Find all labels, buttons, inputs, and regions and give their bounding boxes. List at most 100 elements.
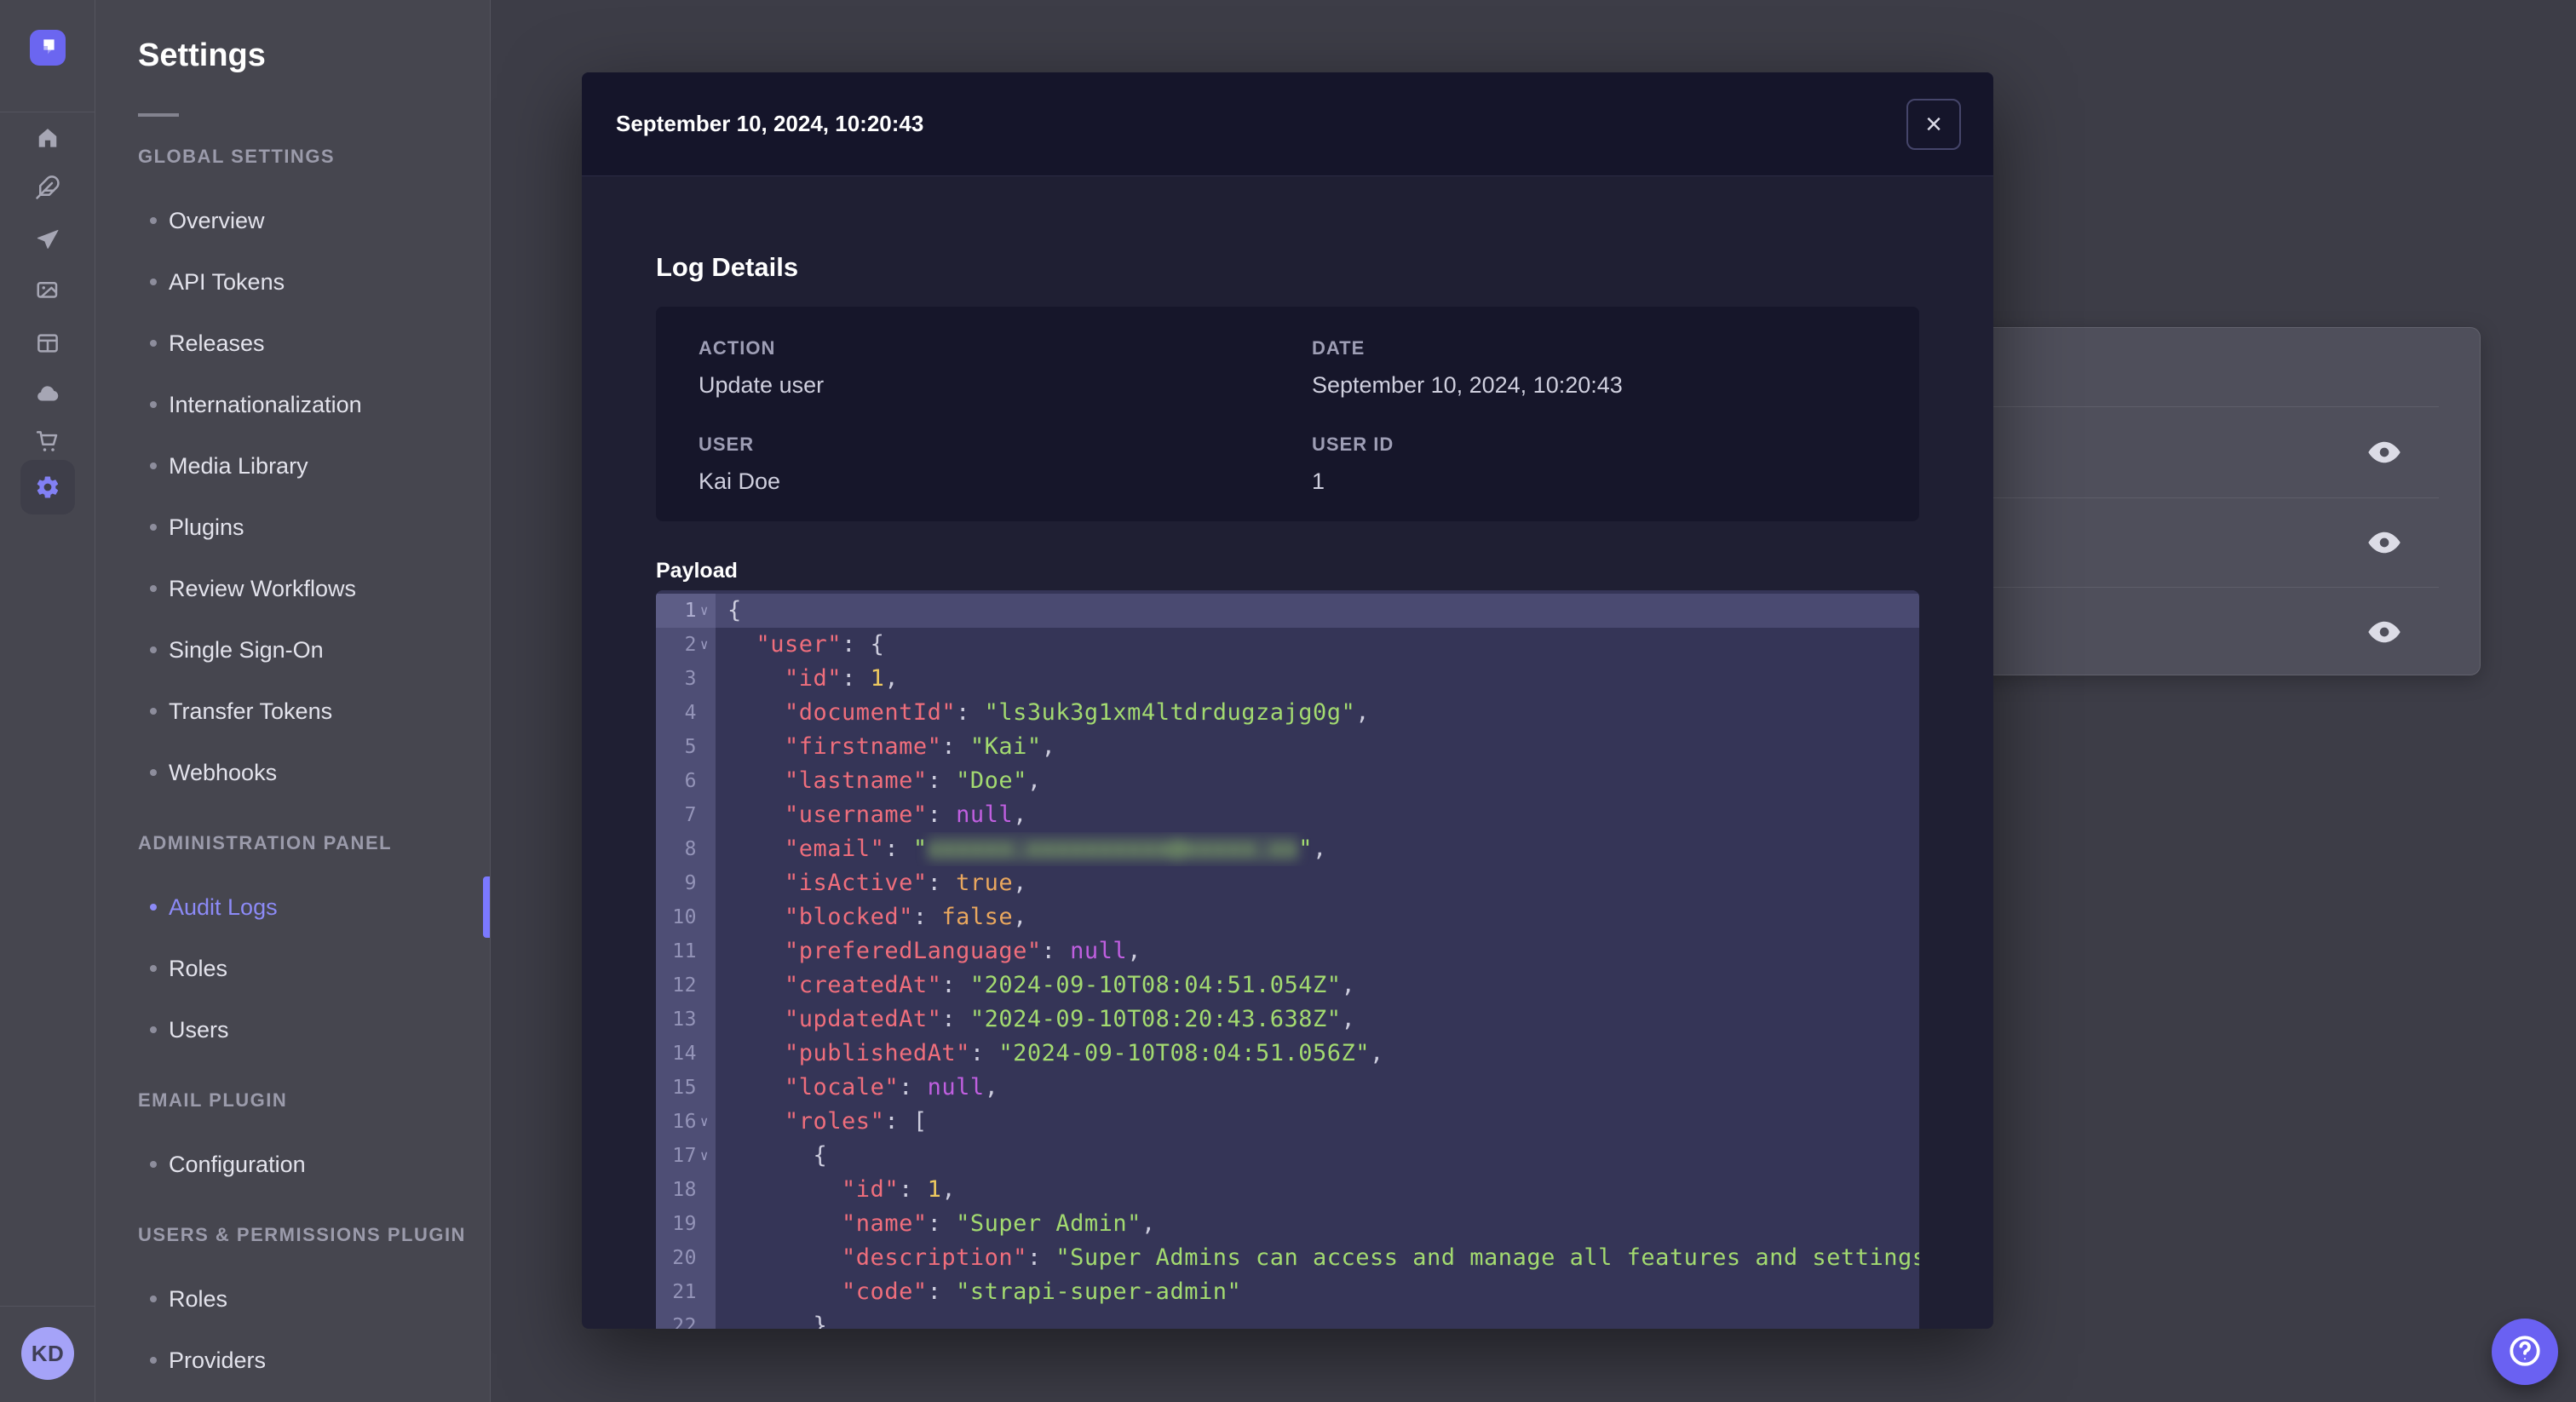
nav-item-list: Roles Providers [95, 1268, 490, 1391]
nav-section-label: GLOBAL SETTINGS [138, 146, 336, 167]
sidebar-item-audit-logs[interactable]: Audit Logs [95, 876, 490, 938]
code-token: , [941, 1176, 957, 1203]
line-number: 13 [672, 1008, 697, 1031]
code-line: 14 "publishedAt": "2024-09-10T08:04:51.0… [656, 1037, 1919, 1071]
code-line-content: "documentId": "ls3uk3g1xm4ltdrdugzajg0g"… [716, 696, 1919, 730]
view-log-button[interactable] [2365, 433, 2404, 472]
code-line: 9 "isActive": true, [656, 866, 1919, 900]
code-line-content: "description": "Super Admins can access … [716, 1241, 1919, 1275]
line-number: 3 [684, 668, 697, 690]
fold-chevron-icon[interactable]: ∨ [697, 1139, 712, 1173]
payload-code-block[interactable]: 1 ∨{2 ∨ "user": {3 "id": 1, 4 "documentId":… [656, 590, 1919, 1329]
code-line-content: "roles": [ [716, 1105, 1919, 1139]
code-token: , [1355, 699, 1371, 726]
field-value: Update user [699, 372, 825, 398]
line-number-gutter: 8 [656, 832, 716, 866]
help-button[interactable] [2492, 1319, 2558, 1385]
code-line: 18 "id": 1, [656, 1173, 1919, 1207]
code-line: 13 "updatedAt": "2024-09-10T08:20:43.638… [656, 1003, 1919, 1037]
code-line: 8 "email": "xxxxxx.xxxxxxxxxx@xxxxx.xx", [656, 832, 1919, 866]
sidebar-item-label: Webhooks [169, 759, 278, 785]
bullet-dot [150, 769, 157, 776]
code-token: : [842, 665, 871, 692]
fold-chevron-icon[interactable]: ∨ [697, 628, 712, 662]
rail-item-paper-plane[interactable] [20, 213, 75, 267]
code-token: } [727, 1313, 828, 1329]
view-log-button[interactable] [2365, 523, 2404, 562]
line-number: 9 [684, 872, 697, 894]
code-line-content: "code": "strapi-super-admin" [716, 1275, 1919, 1309]
code-token: : [941, 972, 970, 998]
code-token: : [912, 904, 942, 930]
line-number: 17 [672, 1145, 697, 1167]
line-number-gutter: 16 ∨ [656, 1105, 716, 1139]
sidebar-item-label: Overview [169, 207, 265, 233]
field-label: ACTION [699, 337, 776, 359]
sidebar-item-api-tokens[interactable]: API Tokens [95, 251, 490, 313]
line-number-gutter: 21 [656, 1275, 716, 1309]
eye-icon [2366, 434, 2403, 471]
close-button[interactable]: × [1906, 98, 1961, 150]
sidebar-item-releases[interactable]: Releases [95, 313, 490, 374]
fold-chevron-icon[interactable]: ∨ [697, 594, 712, 628]
code-line: 17 ∨ { [656, 1139, 1919, 1173]
line-number: 6 [684, 770, 697, 792]
rail-item-images[interactable] [20, 263, 75, 318]
logo-slot [0, 0, 95, 112]
log-details-title: Log Details [656, 252, 799, 282]
sidebar-item-internationalization[interactable]: Internationalization [95, 374, 490, 435]
code-token: { [727, 1142, 828, 1169]
code-token: : [ [884, 1108, 928, 1135]
sidebar-item-configuration[interactable]: Configuration [95, 1134, 490, 1195]
sidebar-item-webhooks[interactable]: Webhooks [95, 742, 490, 803]
code-token: , [1013, 802, 1027, 828]
rail-item-gear[interactable] [20, 460, 75, 514]
images-icon [35, 278, 60, 303]
rail-item-cloud[interactable] [20, 366, 75, 421]
sidebar-item-single-sign-on[interactable]: Single Sign-On [95, 619, 490, 681]
code-token: "2024-09-10T08:20:43.638Z" [969, 1006, 1342, 1032]
avatar[interactable]: KD [21, 1327, 74, 1380]
sidebar-item-label: Plugins [169, 514, 244, 540]
view-log-button[interactable] [2365, 612, 2404, 652]
sidebar-item-providers[interactable]: Providers [95, 1330, 490, 1391]
sidebar-item-transfer-tokens[interactable]: Transfer Tokens [95, 681, 490, 742]
main-nav-rail: KD [0, 0, 95, 1402]
sidebar-item-label: Providers [169, 1347, 267, 1373]
line-number: 2 [684, 634, 697, 656]
redacted-email-value: xxxxxx.xxxxxxxxxx@xxxxx.xx [927, 836, 1299, 862]
code-token: "updatedAt" [785, 1006, 942, 1032]
code-token: 1 [870, 665, 885, 692]
code-line: 6 "lastname": "Doe", [656, 764, 1919, 798]
sidebar-item-label: Audit Logs [169, 893, 278, 920]
rail-item-feather[interactable] [20, 160, 75, 215]
settings-sidebar: Settings GLOBAL SETTINGS Overview API Toke… [95, 0, 491, 1402]
line-number: 10 [672, 906, 697, 928]
fold-chevron-icon[interactable]: ∨ [697, 1105, 712, 1139]
code-token: "id" [785, 665, 842, 692]
sidebar-item-label: API Tokens [169, 268, 285, 295]
sidebar-item-roles[interactable]: Roles [95, 1268, 490, 1330]
rail-item-home[interactable] [20, 111, 75, 165]
sidebar-item-media-library[interactable]: Media Library [95, 435, 490, 497]
sidebar-item-label: Roles [169, 955, 228, 981]
code-token: null [1070, 938, 1128, 964]
paper-plane-icon [35, 227, 60, 253]
line-number-gutter: 7 [656, 798, 716, 832]
sidebar-item-plugins[interactable]: Plugins [95, 497, 490, 558]
bullet-dot [150, 401, 157, 408]
sidebar-item-overview[interactable]: Overview [95, 190, 490, 251]
sidebar-item-review-workflows[interactable]: Review Workflows [95, 558, 490, 619]
line-number-gutter: 11 [656, 934, 716, 968]
bullet-dot [150, 463, 157, 469]
strapi-logo[interactable] [30, 30, 66, 66]
rail-item-layout[interactable] [20, 316, 75, 371]
sidebar-item-roles[interactable]: Roles [95, 938, 490, 999]
sidebar-item-users[interactable]: Users [95, 999, 490, 1060]
line-number-gutter: 19 [656, 1207, 716, 1241]
